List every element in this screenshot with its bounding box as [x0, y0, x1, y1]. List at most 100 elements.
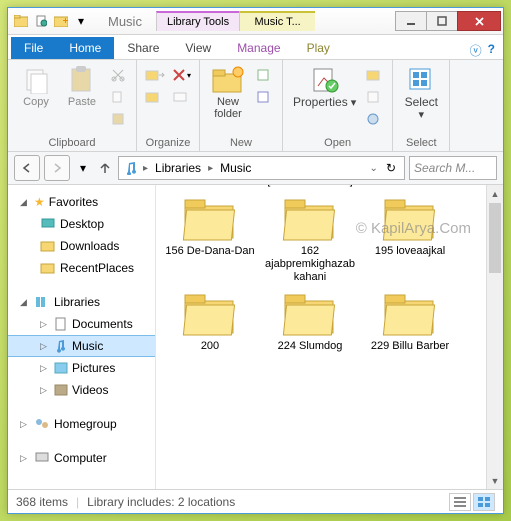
locations-label[interactable]: Library includes: 2 locations	[87, 495, 235, 509]
paste-shortcut-icon[interactable]	[108, 110, 128, 128]
tree-videos[interactable]: ▷Videos	[8, 379, 155, 401]
paste-button[interactable]: Paste	[62, 64, 102, 110]
star-icon: ★	[34, 195, 45, 209]
window-controls	[396, 11, 501, 31]
moveto-icon[interactable]	[145, 66, 165, 84]
tab-file[interactable]: File	[11, 37, 56, 59]
tree-homegroup[interactable]: ▷Homegroup	[8, 413, 155, 435]
titlebar: ▾ Music Library Tools Music T...	[8, 8, 503, 35]
scroll-up-icon[interactable]: ▲	[487, 185, 503, 202]
chevron-right-icon[interactable]: ▸	[208, 163, 213, 174]
desktop-icon	[40, 217, 56, 231]
folder-item[interactable]: 150 Atithi-Tum-Kab-Jaoge	[164, 185, 256, 189]
newfolder-qat-icon[interactable]	[52, 12, 70, 30]
folder-icon[interactable]	[12, 12, 30, 30]
nav-bar: ▾ ▸ Libraries ▸ Music ⌄ ↻ Search M...	[8, 152, 503, 185]
breadcrumb-libraries[interactable]: Libraries	[152, 161, 204, 175]
folder-item[interactable]: 150 Designer Fonts [mastmaza.co.cc]	[264, 185, 356, 189]
search-input[interactable]: Search M...	[409, 156, 497, 180]
rename-icon[interactable]	[171, 88, 191, 106]
tree-desktop[interactable]: Desktop	[8, 213, 155, 235]
libraries-icon	[34, 295, 50, 309]
address-bar[interactable]: ▸ Libraries ▸ Music ⌄ ↻	[118, 156, 405, 180]
scroll-thumb[interactable]	[489, 203, 501, 273]
explorer-window: ▾ Music Library Tools Music T... File Ho…	[7, 7, 504, 514]
folder-item[interactable]: 229 Billu Barber	[364, 288, 456, 353]
qat-dropdown-icon[interactable]: ▾	[72, 12, 90, 30]
tree-favorites[interactable]: ◢★Favorites	[8, 191, 155, 213]
folder-icon	[40, 239, 56, 253]
group-clipboard: Copy Paste Clipboard	[8, 60, 137, 151]
window-title: Music	[94, 14, 156, 29]
edit-icon[interactable]	[364, 88, 384, 106]
tab-play[interactable]: Play	[294, 37, 343, 59]
chevron-right-icon[interactable]: ▸	[143, 163, 148, 174]
forward-button[interactable]	[44, 155, 70, 181]
tree-computer[interactable]: ▷Computer	[8, 447, 155, 469]
copy-path-icon[interactable]	[108, 88, 128, 106]
scroll-down-icon[interactable]: ▼	[487, 472, 503, 489]
folder-item[interactable]: 224 Slumdog	[264, 288, 356, 353]
select-button[interactable]: Select▾	[401, 64, 441, 123]
music-icon	[123, 161, 139, 175]
up-button[interactable]	[96, 155, 114, 181]
tree-libraries[interactable]: ◢Libraries	[8, 291, 155, 313]
homegroup-icon	[34, 417, 50, 431]
address-dropdown-icon[interactable]: ⌄	[370, 163, 378, 174]
tab-manage[interactable]: Manage	[224, 37, 293, 59]
tree-music[interactable]: ▷Music	[8, 335, 155, 357]
tree-downloads[interactable]: Downloads	[8, 235, 155, 257]
cut-icon[interactable]	[108, 66, 128, 84]
folder-item[interactable]: 154 Paa	[364, 185, 456, 189]
ribbon-tabs: File Home Share View Manage Play ⓥ ?	[8, 35, 503, 60]
computer-icon	[34, 451, 50, 465]
folder-item[interactable]: 162 ajabpremkighazabkahani	[264, 193, 356, 284]
tree-pictures[interactable]: ▷Pictures	[8, 357, 155, 379]
folder-item[interactable]: 156 De-Dana-Dan	[164, 193, 256, 284]
delete-icon[interactable]: ▾	[171, 66, 191, 84]
contextual-tab-library[interactable]: Library Tools	[156, 11, 239, 31]
minimize-button[interactable]	[395, 11, 427, 31]
back-button[interactable]	[14, 155, 40, 181]
details-view-icon[interactable]	[449, 493, 471, 511]
ribbon-home: Copy Paste Clipboard	[8, 60, 503, 152]
tab-view[interactable]: View	[172, 37, 224, 59]
tab-share[interactable]: Share	[114, 37, 172, 59]
new-folder-button[interactable]: New folder	[208, 64, 248, 122]
properties-qat-icon[interactable]	[32, 12, 50, 30]
open-icon[interactable]	[364, 66, 384, 84]
folder-icon	[40, 261, 56, 275]
nav-tree: ◢★Favorites Desktop Downloads RecentPlac…	[8, 185, 156, 489]
quick-access-toolbar: ▾	[8, 12, 94, 30]
group-select: Select▾ Select	[393, 60, 450, 151]
tree-documents[interactable]: ▷Documents	[8, 313, 155, 335]
tree-recent[interactable]: RecentPlaces	[8, 257, 155, 279]
close-button[interactable]	[457, 11, 501, 31]
items-view[interactable]: 150 Atithi-Tum-Kab-Jaoge 150 Designer Fo…	[156, 185, 503, 489]
maximize-button[interactable]	[426, 11, 458, 31]
ribbon-collapse-icon[interactable]: ⓥ	[470, 42, 482, 59]
properties-button[interactable]: Properties ▾	[291, 64, 358, 111]
contextual-tab-music[interactable]: Music T...	[239, 11, 315, 31]
refresh-icon[interactable]: ↻	[382, 161, 400, 175]
group-open: Properties ▾ Open	[283, 60, 393, 151]
easy-access-icon[interactable]	[254, 88, 274, 106]
music-icon	[54, 339, 68, 353]
documents-icon	[54, 317, 68, 331]
breadcrumb-music[interactable]: Music	[217, 161, 254, 175]
help-icon[interactable]: ?	[488, 42, 495, 59]
status-bar: 368 items | Library includes: 2 location…	[8, 489, 503, 513]
group-organize: ▾ Organize	[137, 60, 200, 151]
copyto-icon[interactable]	[145, 88, 165, 106]
tab-home[interactable]: Home	[56, 37, 114, 59]
vertical-scrollbar[interactable]: ▲ ▼	[486, 185, 503, 489]
item-count: 368 items	[16, 495, 68, 509]
recent-locations-button[interactable]: ▾	[74, 155, 92, 181]
new-item-icon[interactable]	[254, 66, 274, 84]
videos-icon	[54, 383, 68, 397]
icons-view-icon[interactable]	[473, 493, 495, 511]
copy-button[interactable]: Copy	[16, 64, 56, 110]
folder-item[interactable]: 200	[164, 288, 256, 353]
history-icon[interactable]	[364, 110, 384, 128]
folder-item[interactable]: 195 loveaajkal	[364, 193, 456, 284]
